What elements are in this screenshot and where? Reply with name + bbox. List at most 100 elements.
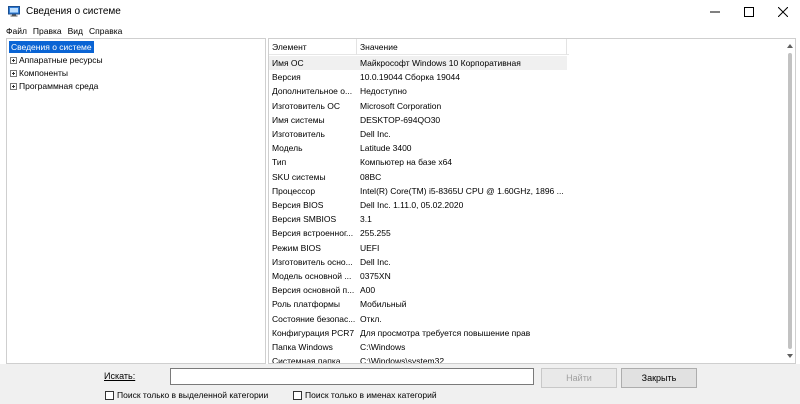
cell-item: Версия встроенног... bbox=[272, 228, 354, 239]
table-row[interactable]: Режим BIOS UEFI bbox=[269, 241, 567, 255]
tree-item-system-summary[interactable]: Сведения о системе bbox=[9, 41, 94, 53]
table-row[interactable]: Тип Компьютер на базе x64 bbox=[269, 155, 567, 169]
cell-value: 0375XN bbox=[360, 271, 391, 281]
table-row[interactable]: Процессор Intel(R) Core(TM) i5-8365U CPU … bbox=[269, 184, 567, 198]
find-button[interactable]: Найти bbox=[541, 368, 617, 388]
column-header-value[interactable]: Значение bbox=[357, 39, 567, 55]
cell-item: Модель основной ... bbox=[272, 271, 352, 281]
cell-value: Dell Inc. bbox=[360, 256, 391, 267]
tree-item-software-environment[interactable]: Программная среда bbox=[10, 80, 98, 92]
cell-item: Изготовитель осно... bbox=[272, 256, 353, 267]
cell-value: Dell Inc. bbox=[360, 129, 391, 139]
table-row[interactable]: Изготовитель осно... Dell Inc. bbox=[269, 255, 567, 269]
maximize-icon bbox=[744, 7, 754, 17]
tree-item-label: Компоненты bbox=[19, 68, 68, 78]
checkbox-box[interactable] bbox=[293, 390, 302, 400]
table-row[interactable]: Версия основной п... A00 bbox=[269, 283, 567, 297]
details-header: Элемент Значение bbox=[269, 39, 569, 55]
cell-item: Процессор bbox=[272, 185, 316, 196]
table-row[interactable]: Модель основной ... 0375XN bbox=[269, 269, 567, 283]
cell-item: Имя ОС bbox=[272, 58, 304, 68]
table-row[interactable]: Версия 10.0.19044 Сборка 19044 bbox=[269, 70, 567, 84]
tree-item-label: Программная среда bbox=[19, 81, 99, 91]
expand-icon[interactable] bbox=[10, 69, 17, 77]
cell-value: Откл. bbox=[360, 313, 382, 324]
title-bar: Сведения о системе bbox=[0, 0, 800, 24]
cell-value: 10.0.19044 Сборка 19044 bbox=[360, 72, 460, 83]
table-row[interactable]: Системная папка C:\Windows\system32 bbox=[269, 354, 567, 364]
search-category-names-checkbox[interactable]: Поиск только в именах категорий bbox=[293, 390, 437, 400]
menu-file[interactable]: Файл bbox=[0, 24, 30, 38]
cell-item: Режим BIOS bbox=[272, 242, 321, 253]
window-title: Сведения о системе bbox=[26, 6, 121, 17]
menu-edit[interactable]: Правка bbox=[30, 24, 65, 38]
tree-item-label: Аппаратные ресурсы bbox=[19, 55, 103, 65]
table-row[interactable]: Конфигурация PCR7 Для просмотра требуется… bbox=[269, 326, 567, 340]
search-input[interactable] bbox=[170, 368, 534, 385]
table-row[interactable]: Изготовитель Dell Inc. bbox=[269, 127, 567, 141]
table-row[interactable]: Изготовитель ОС Microsoft Corporation bbox=[269, 99, 567, 113]
cell-item: Версия SMBIOS bbox=[272, 214, 337, 225]
cell-value: 08BC bbox=[360, 171, 382, 182]
table-row[interactable]: Состояние безопас... Откл. bbox=[269, 312, 567, 326]
menu-bar: Файл Правка Вид Справка bbox=[0, 24, 125, 38]
cell-value: Для просмотра требуется повышение прав bbox=[360, 327, 531, 338]
cell-item: Папка Windows bbox=[272, 342, 333, 352]
cell-value: Мобильный bbox=[360, 299, 407, 310]
cell-item: Роль платформы bbox=[272, 299, 340, 310]
cell-item: Версия BIOS bbox=[272, 200, 324, 210]
cell-item: Версия bbox=[272, 72, 301, 83]
scroll-down-icon[interactable] bbox=[787, 353, 793, 359]
table-row[interactable]: Версия BIOS Dell Inc. 1.11.0, 05.02.2020 bbox=[269, 198, 567, 212]
cell-value: Microsoft Corporation bbox=[360, 100, 442, 111]
expand-icon[interactable] bbox=[10, 82, 17, 90]
cell-item: Системная папка bbox=[272, 356, 341, 364]
menu-view[interactable]: Вид bbox=[65, 24, 86, 38]
table-row[interactable]: Имя системы DESKTOP-694QO30 bbox=[269, 113, 567, 127]
cell-value: 255.255 bbox=[360, 228, 391, 239]
scrollbar-thumb[interactable] bbox=[788, 53, 792, 349]
maximize-button[interactable] bbox=[732, 0, 766, 24]
vertical-scrollbar[interactable] bbox=[785, 39, 795, 363]
cell-item: Изготовитель ОС bbox=[272, 100, 340, 111]
table-row[interactable]: Версия встроенног... 255.255 bbox=[269, 226, 567, 240]
menu-help[interactable]: Справка bbox=[86, 24, 125, 38]
cell-item: Модель bbox=[272, 143, 303, 154]
checkbox-label: Поиск только в выделенной категории bbox=[117, 390, 269, 400]
table-row[interactable]: Роль платформы Мобильный bbox=[269, 297, 567, 311]
table-row[interactable]: Дополнительное о... Недоступно bbox=[269, 84, 567, 98]
table-row[interactable]: Версия SMBIOS 3.1 bbox=[269, 212, 567, 226]
search-selected-category-checkbox[interactable]: Поиск только в выделенной категории bbox=[105, 390, 268, 400]
close-button[interactable]: Закрыть bbox=[621, 368, 697, 388]
cell-value: 3.1 bbox=[360, 214, 372, 225]
cell-value: Майкрософт Windows 10 Корпоративная bbox=[360, 58, 521, 68]
scroll-up-icon[interactable] bbox=[787, 43, 793, 49]
table-row[interactable]: Папка Windows C:\Windows bbox=[269, 340, 567, 354]
expand-icon[interactable] bbox=[10, 56, 17, 64]
table-row[interactable]: Модель Latitude 3400 bbox=[269, 141, 567, 155]
minimize-button[interactable] bbox=[698, 0, 732, 24]
minimize-icon bbox=[710, 11, 720, 13]
cell-item: Тип bbox=[272, 157, 287, 168]
checkbox-label: Поиск только в именах категорий bbox=[305, 390, 437, 400]
cell-value: Intel(R) Core(TM) i5-8365U CPU @ 1.60GHz… bbox=[360, 185, 564, 196]
cell-item: Конфигурация PCR7 bbox=[272, 327, 355, 338]
cell-value: UEFI bbox=[360, 242, 380, 253]
cell-item: Имя системы bbox=[272, 114, 325, 125]
app-icon bbox=[8, 6, 20, 17]
table-row[interactable]: Имя ОС Майкрософт Windows 10 Корпоративна… bbox=[269, 56, 567, 71]
tree-item-hardware-resources[interactable]: Аппаратные ресурсы bbox=[10, 54, 103, 66]
details-list: Элемент Значение Имя ОС Майкрософт Window… bbox=[268, 38, 796, 364]
tree-item-components[interactable]: Компоненты bbox=[10, 67, 68, 79]
close-window-button[interactable] bbox=[766, 0, 800, 24]
cell-item: SKU системы bbox=[272, 171, 326, 182]
cell-value: C:\Windows\system32 bbox=[360, 356, 445, 364]
cell-value: C:\Windows bbox=[360, 342, 406, 352]
search-label: Искать: bbox=[104, 371, 136, 381]
cell-value: Latitude 3400 bbox=[360, 143, 412, 154]
column-header-item[interactable]: Элемент bbox=[269, 39, 357, 55]
cell-value: Dell Inc. 1.11.0, 05.02.2020 bbox=[360, 200, 464, 210]
cell-value: Недоступно bbox=[360, 86, 407, 97]
checkbox-box[interactable] bbox=[105, 390, 114, 400]
table-row[interactable]: SKU системы 08BC bbox=[269, 170, 567, 184]
